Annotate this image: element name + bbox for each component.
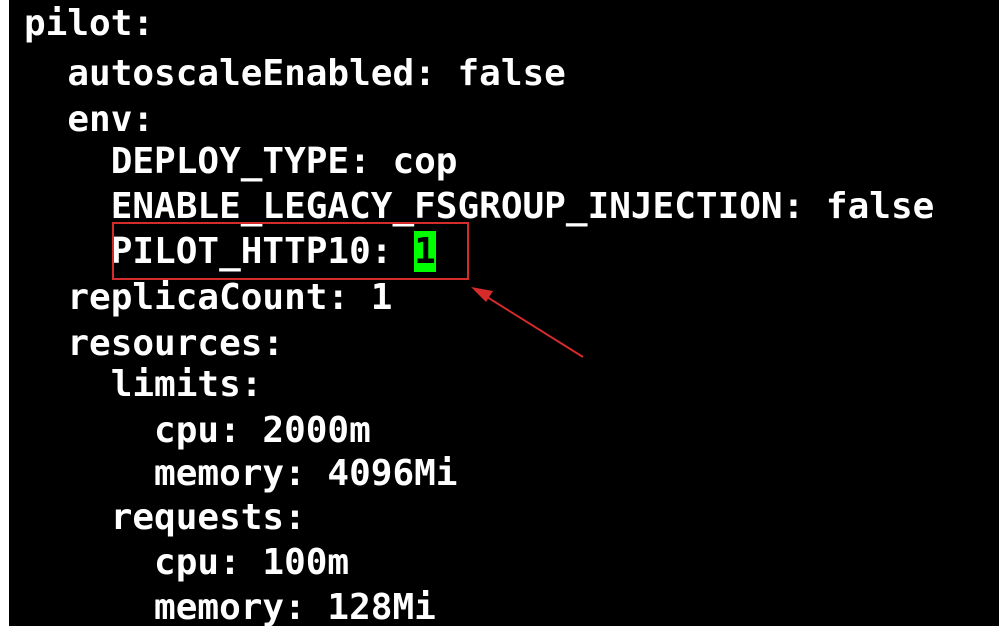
terminal-window[interactable]: pilot: autoscaleEnabled: false env: DEPL…: [9, 0, 999, 626]
yaml-line-requests: requests:: [24, 497, 306, 538]
arrow-line: [478, 291, 584, 358]
yaml-line-requests-memory: memory: 128Mi: [24, 587, 436, 626]
yaml-line-limits: limits:: [24, 364, 263, 405]
yaml-line-deploy-type: DEPLOY_TYPE: cop: [24, 141, 458, 182]
yaml-line-replica-count: replicaCount: 1: [24, 277, 393, 318]
yaml-line-requests-cpu: cpu: 100m: [24, 542, 350, 583]
yaml-line-autoscale-enabled: autoscaleEnabled: false: [24, 53, 566, 94]
highlight-box: [112, 222, 469, 280]
yaml-line-env: env:: [24, 99, 155, 140]
yaml-line-resources: resources:: [24, 323, 285, 364]
yaml-line-limits-memory: memory: 4096Mi: [24, 453, 458, 494]
yaml-line-limits-cpu: cpu: 2000m: [24, 410, 371, 451]
yaml-line-pilot: pilot:: [24, 3, 155, 44]
arrow-head: [471, 287, 493, 302]
